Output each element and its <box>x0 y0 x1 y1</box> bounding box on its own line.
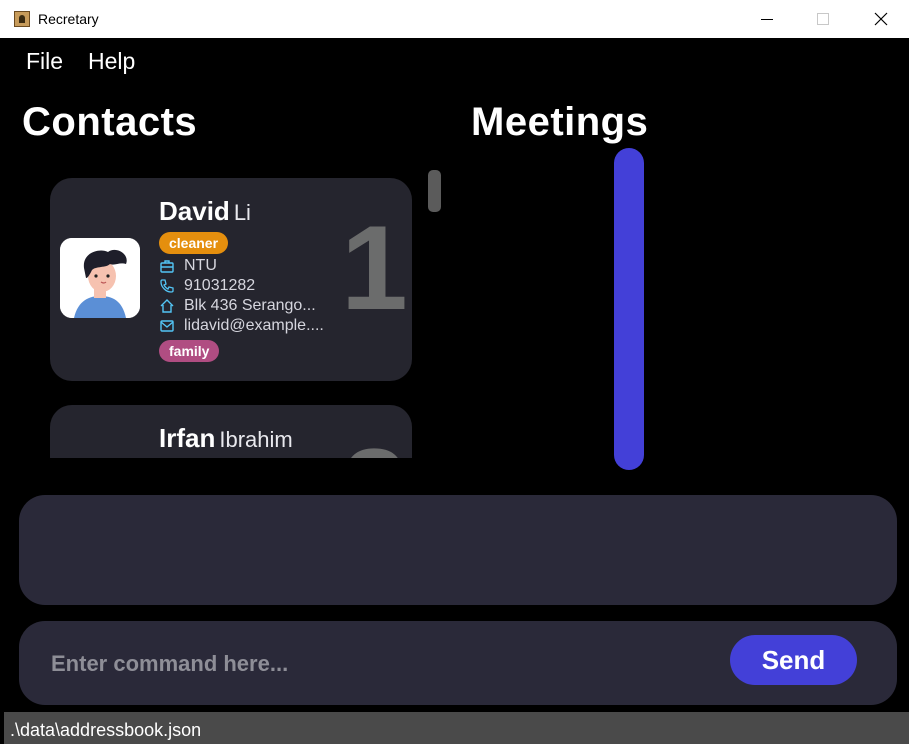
command-input[interactable] <box>49 643 703 685</box>
contact-name: David Li <box>159 196 251 227</box>
window-edge <box>909 38 923 744</box>
tag-badge: cleaner <box>159 232 229 254</box>
home-icon <box>160 299 174 313</box>
status-path: .\data\addressbook.json <box>10 720 202 740</box>
contact-list[interactable]: David Li cleaner NTU 91031282 Blk 436 Ser… <box>30 168 450 458</box>
contacts-heading: Contacts <box>22 100 198 144</box>
contact-last-name: Li <box>233 200 251 225</box>
briefcase-icon <box>160 260 174 273</box>
contact-address-row: Blk 436 Serango... <box>159 296 316 316</box>
contact-first-name: David <box>159 196 230 226</box>
meetings-scrollbar[interactable] <box>614 148 644 470</box>
contact-index: 1 <box>341 201 408 335</box>
close-button[interactable] <box>852 0 910 38</box>
contact-first-name: Irfan <box>159 423 216 453</box>
contact-organization-row: NTU <box>159 256 217 276</box>
contact-phone-row: 91031282 <box>159 276 255 296</box>
minimize-button[interactable] <box>738 0 796 38</box>
send-button[interactable]: Send <box>730 635 857 685</box>
result-display <box>19 495 897 605</box>
contact-email: lidavid@example.... <box>184 317 324 334</box>
contact-card[interactable]: David Li cleaner NTU 91031282 Blk 436 Ser… <box>50 178 412 381</box>
contact-organization: NTU <box>184 257 217 274</box>
title-bar[interactable]: Recretary <box>0 0 923 38</box>
contact-email-row: lidavid@example.... <box>159 316 324 336</box>
close-icon <box>874 12 888 26</box>
menu-help[interactable]: Help <box>88 48 135 75</box>
minimize-icon <box>761 18 773 20</box>
maximize-icon <box>817 13 829 25</box>
avatar <box>60 238 140 318</box>
contact-last-name: Ibrahim <box>219 427 293 452</box>
status-bar: .\data\addressbook.json <box>4 712 909 744</box>
maximize-button[interactable] <box>794 0 852 38</box>
meetings-heading: Meetings <box>471 100 649 144</box>
window-title: Recretary <box>38 11 99 27</box>
contact-address: Blk 436 Serango... <box>184 297 316 314</box>
app-window: Recretary File Help Contacts Meetings Da… <box>0 0 923 744</box>
group-badge: family <box>159 340 220 362</box>
contact-index: 2 <box>341 431 408 458</box>
mail-icon <box>160 320 174 332</box>
contact-name: Irfan Ibrahim <box>159 423 293 454</box>
command-box: Send <box>19 621 897 705</box>
phone-icon <box>160 279 174 293</box>
contact-phone: 91031282 <box>184 277 256 294</box>
app-icon <box>14 11 30 27</box>
contacts-scrollbar-thumb[interactable] <box>428 170 441 212</box>
menu-bar: File Help <box>4 38 909 82</box>
contact-card[interactable]: IrfanIbrahim 2 <box>50 405 412 458</box>
menu-file[interactable]: File <box>26 48 63 75</box>
